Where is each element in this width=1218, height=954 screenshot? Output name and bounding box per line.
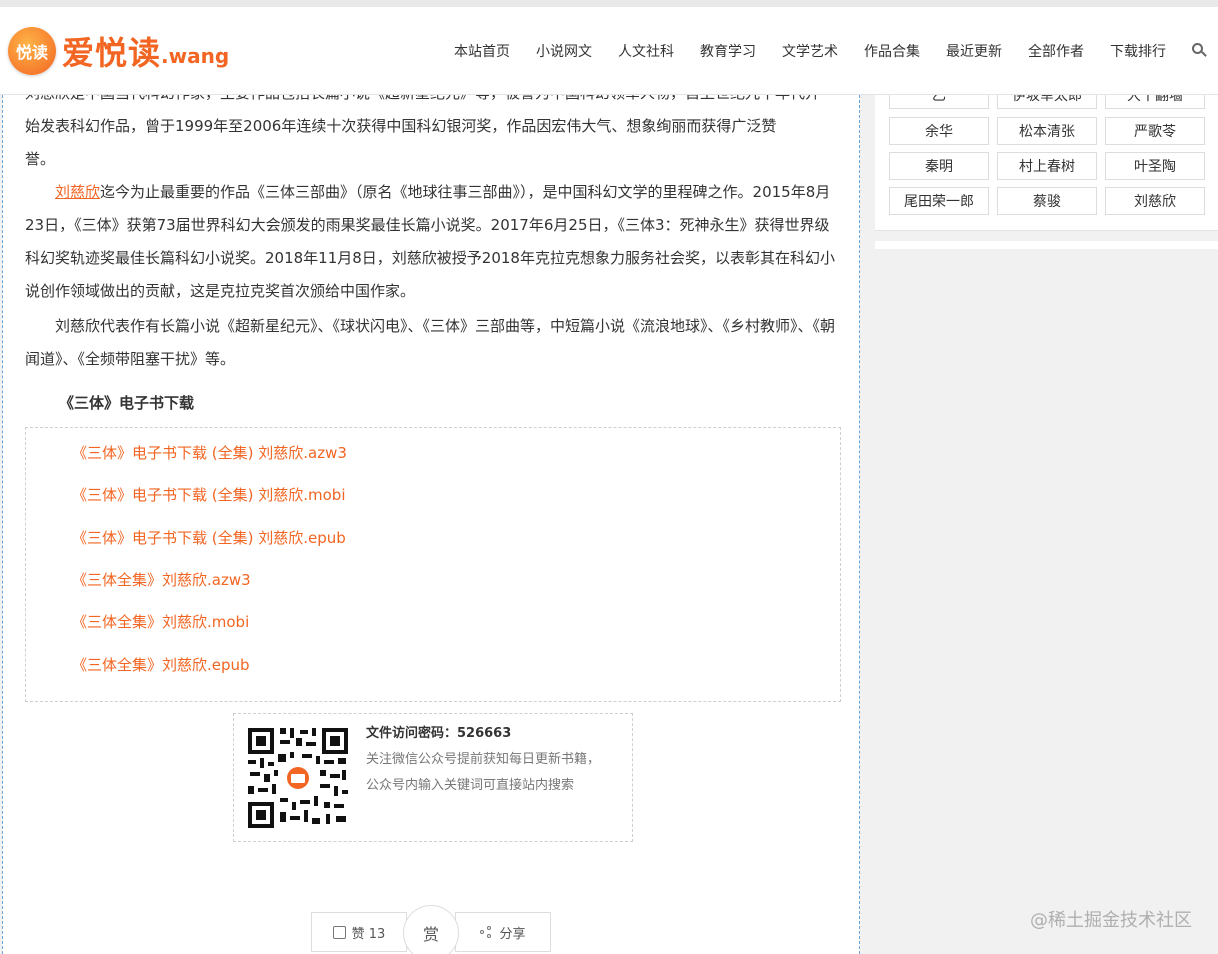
representative-paragraph: 刘慈欣代表作有长篇小说《超新星纪元》、《球状闪电》、《三体》三部曲等，中短篇小说…: [25, 310, 841, 376]
works-paragraph-text: 迄今为止最重要的作品《三体三部曲》（原名《地球往事三部曲》），是中国科幻文学的里…: [25, 183, 835, 300]
author-tag[interactable]: 余华: [889, 117, 989, 145]
reward-label: 赏: [422, 925, 439, 944]
nav-item-literature[interactable]: 文学艺术: [782, 41, 838, 61]
qr-code-icon: [246, 726, 350, 830]
nav-item-recent[interactable]: 最近更新: [946, 41, 1002, 61]
author-tag[interactable]: 叶圣陶: [1105, 152, 1205, 180]
nav-item-humanities[interactable]: 人文社科: [618, 41, 674, 61]
author-tag[interactable]: 村上春树: [997, 152, 1097, 180]
nav-item-collections[interactable]: 作品合集: [864, 41, 920, 61]
author-tag[interactable]: 严歌苓: [1105, 117, 1205, 145]
download-title: 《三体》电子书下载: [59, 394, 195, 412]
download-box: 《三体》电子书下载 (全集) 刘慈欣.azw3 《三体》电子书下载 (全集) 刘…: [25, 427, 841, 702]
share-button[interactable]: 分享: [455, 912, 551, 952]
share-icon: [480, 925, 493, 939]
works-paragraph: 刘慈欣迄今为止最重要的作品《三体三部曲》（原名《地球往事三部曲》），是中国科幻文…: [25, 176, 841, 308]
reward-button[interactable]: 赏: [403, 905, 459, 954]
main-nav: 本站首页 小说网文 人文社科 教育学习 文学艺术 作品合集 最近更新 全部作者 …: [428, 7, 1218, 95]
qr-hint-line-1: 关注微信公众号提前获知每日更新书籍，: [366, 752, 601, 767]
download-link-epub[interactable]: 《三体》电子书下载 (全集) 刘慈欣.epub: [72, 527, 346, 548]
author-tag-cloud: 乙 伊坂幸太郎 大干翻墙 余华 松本清张 严歌苓 秦明 村上春树 叶圣陶 尾田荣…: [875, 81, 1218, 231]
download-link-full-mobi[interactable]: 《三体全集》刘慈欣.mobi: [72, 611, 249, 632]
top-strip: [0, 0, 1218, 7]
author-link[interactable]: 刘慈欣: [55, 183, 100, 201]
like-button[interactable]: 赞 13: [311, 912, 407, 952]
site-header: 悦读 爱悦读 .wang 本站首页 小说网文 人文社科 教育学习 文学艺术 作品…: [0, 7, 1218, 95]
sidebar-widget-next: [875, 241, 1218, 249]
author-tag[interactable]: 蔡骏: [997, 187, 1097, 215]
share-label: 分享: [499, 926, 526, 942]
author-tag[interactable]: 刘慈欣: [1105, 187, 1205, 215]
nav-item-home[interactable]: 本站首页: [454, 41, 510, 61]
nav-item-education[interactable]: 教育学习: [700, 41, 756, 61]
wechat-qr-box: 文件访问密码：526663 关注微信公众号提前获知每日更新书籍， 公众号内输入关…: [233, 713, 633, 842]
intro-paragraph: 刘慈欣是中国当代科幻作家，主要作品包括长篇小说《超新星纪元》等，被誉为中国科幻领…: [25, 95, 841, 168]
logo-badge-icon: 悦读: [8, 27, 56, 75]
watermark: @稀土掘金技术社区: [1030, 910, 1192, 931]
author-tag[interactable]: 尾田荣一郎: [889, 187, 989, 215]
download-link-full-azw3[interactable]: 《三体全集》刘慈欣.azw3: [72, 569, 251, 590]
intro-line-2: 始发表科幻作品，曾于1999年至2006年连续十次获得中国科幻银河奖，作品因宏伟…: [25, 117, 777, 135]
logo-suffix: .wang: [161, 44, 230, 68]
like-label: 赞 13: [351, 926, 386, 942]
author-tag[interactable]: 秦明: [889, 152, 989, 180]
logo-badge-text: 悦读: [15, 43, 48, 62]
download-link-azw3[interactable]: 《三体》电子书下载 (全集) 刘慈欣.azw3: [72, 442, 347, 463]
nav-item-novels[interactable]: 小说网文: [536, 41, 592, 61]
intro-line-3: 誉。: [25, 150, 56, 168]
file-password: 文件访问密码：526663: [366, 726, 512, 741]
qr-hint-line-2: 公众号内输入关键词可直接站内搜索: [366, 778, 575, 793]
site-logo[interactable]: 悦读 爱悦读 .wang: [8, 25, 229, 77]
download-link-full-epub[interactable]: 《三体全集》刘慈欣.epub: [72, 654, 250, 675]
article-actions: 赞 13 赏 分享: [311, 905, 551, 954]
nav-item-authors[interactable]: 全部作者: [1028, 41, 1084, 61]
article-content: 刘慈欣是中国当代科幻作家，主要作品包括长篇小说《超新星纪元》等，被誉为中国科幻领…: [2, 95, 860, 954]
nav-item-ranking[interactable]: 下载排行: [1110, 41, 1166, 61]
representative-text: 刘慈欣代表作有长篇小说《超新星纪元》、《球状闪电》、《三体》三部曲等，中短篇小说…: [25, 317, 836, 368]
download-link-mobi[interactable]: 《三体》电子书下载 (全集) 刘慈欣.mobi: [72, 484, 346, 505]
intro-line-1: 刘慈欣是中国当代科幻作家，主要作品包括长篇小说《超新星纪元》等，被誉为中国科幻领…: [25, 95, 841, 110]
search-icon[interactable]: [1192, 43, 1208, 59]
thumbs-up-icon: [332, 925, 346, 939]
logo-text: 爱悦读: [62, 34, 162, 72]
author-tag[interactable]: 松本清张: [997, 117, 1097, 145]
